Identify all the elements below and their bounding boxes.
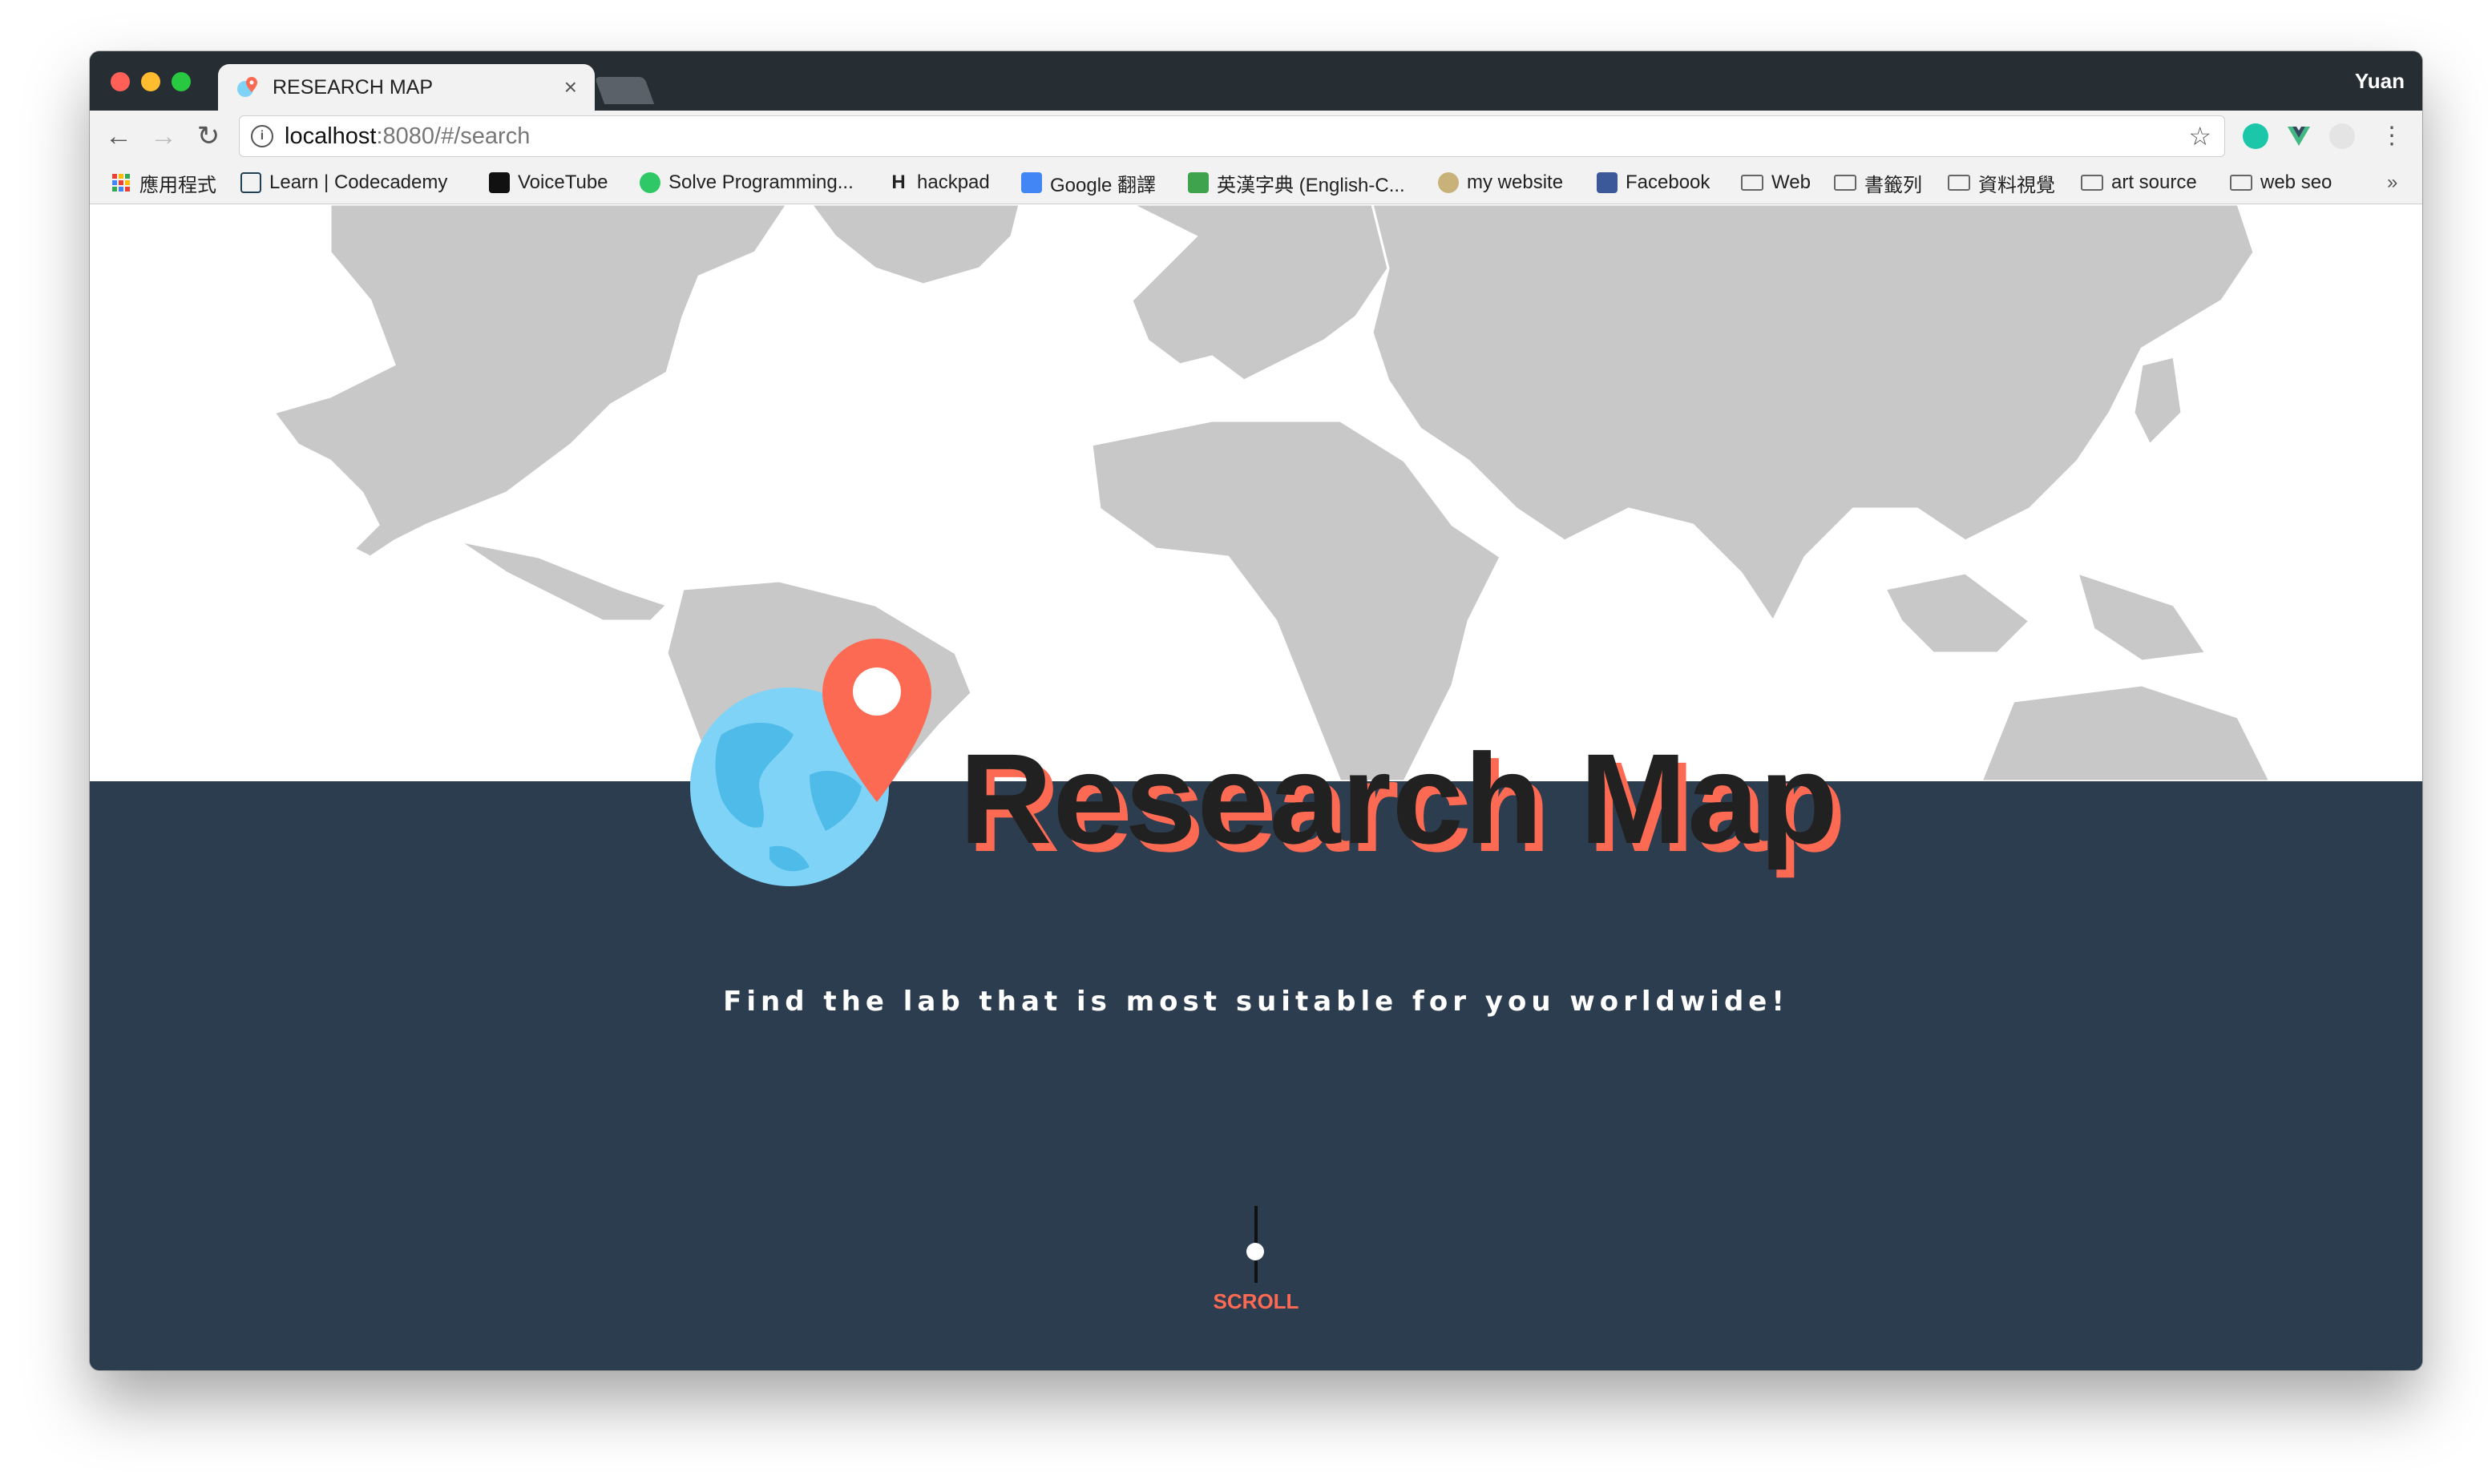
back-arrow-icon[interactable]: ←	[101, 119, 136, 154]
bookmark-folder-web-seo[interactable]: web seo	[2230, 162, 2332, 204]
forward-arrow-icon[interactable]: →	[146, 119, 181, 154]
scroll-label[interactable]: SCROLL	[1176, 1289, 1336, 1314]
close-window-button[interactable]	[111, 72, 130, 91]
map-pin-favicon-icon	[237, 77, 257, 97]
folder-icon	[2081, 175, 2103, 191]
bookmark-label: Learn | Codecademy	[269, 171, 448, 193]
hero-tagline: Find the lab that is most suitable for y…	[723, 986, 1789, 1018]
hackerrank-icon	[640, 172, 660, 193]
dictionary-icon	[1188, 172, 1209, 193]
map-pin-icon	[822, 639, 931, 802]
bookmark-codecademy[interactable]: Learn | Codecademy	[240, 162, 447, 204]
bookmark-label: Facebook	[1626, 171, 1710, 193]
bookmark-folder-bookmarks[interactable]: 書籤列	[1834, 162, 1922, 204]
browser-toolbar: ← → ↻ i localhost:8080/#/search ☆ ⋮	[90, 111, 2422, 162]
bookmark-folder-dataviz[interactable]: 資料視覺	[1948, 162, 2055, 204]
tab-research-map[interactable]: RESEARCH MAP ×	[218, 64, 595, 111]
folder-icon	[1948, 175, 1970, 191]
browser-window: RESEARCH MAP × Yuan ← → ↻ i localhost:80…	[90, 51, 2422, 1370]
bookmark-hackerrank[interactable]: Solve Programming...	[640, 162, 854, 204]
hackpad-icon: H	[891, 171, 906, 193]
codecademy-icon	[240, 172, 261, 193]
bookmark-label: Solve Programming...	[668, 171, 854, 193]
url-host: localhost	[285, 123, 377, 149]
reload-icon[interactable]: ↻	[191, 119, 226, 154]
tab-title: RESEARCH MAP	[273, 75, 434, 99]
voicetube-icon	[489, 172, 510, 193]
website-icon	[1438, 172, 1459, 193]
zoom-window-button[interactable]	[172, 72, 191, 91]
vue-devtools-icon[interactable]	[2286, 123, 2312, 149]
world-map	[90, 204, 2422, 781]
close-tab-icon[interactable]: ×	[564, 75, 577, 100]
apps-grid-icon	[112, 174, 130, 192]
folder-icon	[2230, 175, 2252, 191]
page-content: Research Map Find the lab that is most s…	[90, 204, 2422, 1370]
extension-m-icon[interactable]	[2243, 123, 2268, 149]
world-map-graphic	[272, 204, 2272, 781]
bookmark-google-translate[interactable]: Google 翻譯	[1021, 162, 1156, 204]
facebook-icon	[1597, 172, 1618, 193]
title-bar: RESEARCH MAP × Yuan	[90, 51, 2422, 111]
bookmarks-bar: 應用程式 Learn | Codecademy VoiceTube Solve …	[90, 162, 2422, 204]
info-icon[interactable]: i	[251, 125, 273, 147]
bookmark-hackpad[interactable]: H hackpad	[888, 162, 990, 204]
bookmark-label: my website	[1467, 171, 1564, 193]
bookmark-label: art source	[2111, 171, 2197, 193]
minimize-window-button[interactable]	[141, 72, 160, 91]
bookmark-label: 書籤列	[1864, 174, 1922, 196]
google-translate-icon	[1021, 172, 1042, 193]
bookmark-dictionary[interactable]: 英漢字典 (English-C...	[1188, 162, 1405, 204]
profile-name[interactable]: Yuan	[2355, 69, 2405, 94]
bookmark-my-website[interactable]: my website	[1438, 162, 1563, 204]
scroll-indicator-dot	[1246, 1243, 1264, 1260]
bookmark-label: Web	[1771, 171, 1811, 193]
bookmark-folder-art-source[interactable]: art source	[2081, 162, 2197, 204]
bookmark-label: 資料視覺	[1978, 174, 2055, 196]
bookmark-voicetube[interactable]: VoiceTube	[489, 162, 608, 204]
bookmark-label: web seo	[2260, 171, 2332, 193]
url-path: :8080/#/search	[376, 123, 531, 149]
folder-icon	[1741, 175, 1763, 191]
hero-title: Research Map	[959, 727, 1839, 870]
folder-icon	[1834, 175, 1856, 191]
address-bar[interactable]: i localhost:8080/#/search ☆	[239, 115, 2225, 157]
menu-kebab-icon[interactable]: ⋮	[2374, 119, 2409, 154]
extension-disabled-icon[interactable]	[2329, 123, 2355, 149]
bookmark-label: VoiceTube	[518, 171, 608, 193]
bookmark-label: hackpad	[917, 171, 990, 193]
new-tab-button[interactable]	[594, 77, 655, 104]
bookmark-star-icon[interactable]: ☆	[2188, 121, 2211, 151]
bookmark-apps[interactable]: 應用程式	[111, 162, 216, 204]
more-bookmarks-chevron-icon[interactable]: »	[2387, 162, 2397, 204]
bookmark-folder-web[interactable]: Web	[1741, 162, 1811, 204]
bookmark-label: 英漢字典 (English-C...	[1217, 174, 1405, 196]
bookmark-facebook[interactable]: Facebook	[1597, 162, 1710, 204]
bookmark-label: Google 翻譯	[1050, 174, 1157, 196]
bookmark-label: 應用程式	[139, 174, 216, 196]
